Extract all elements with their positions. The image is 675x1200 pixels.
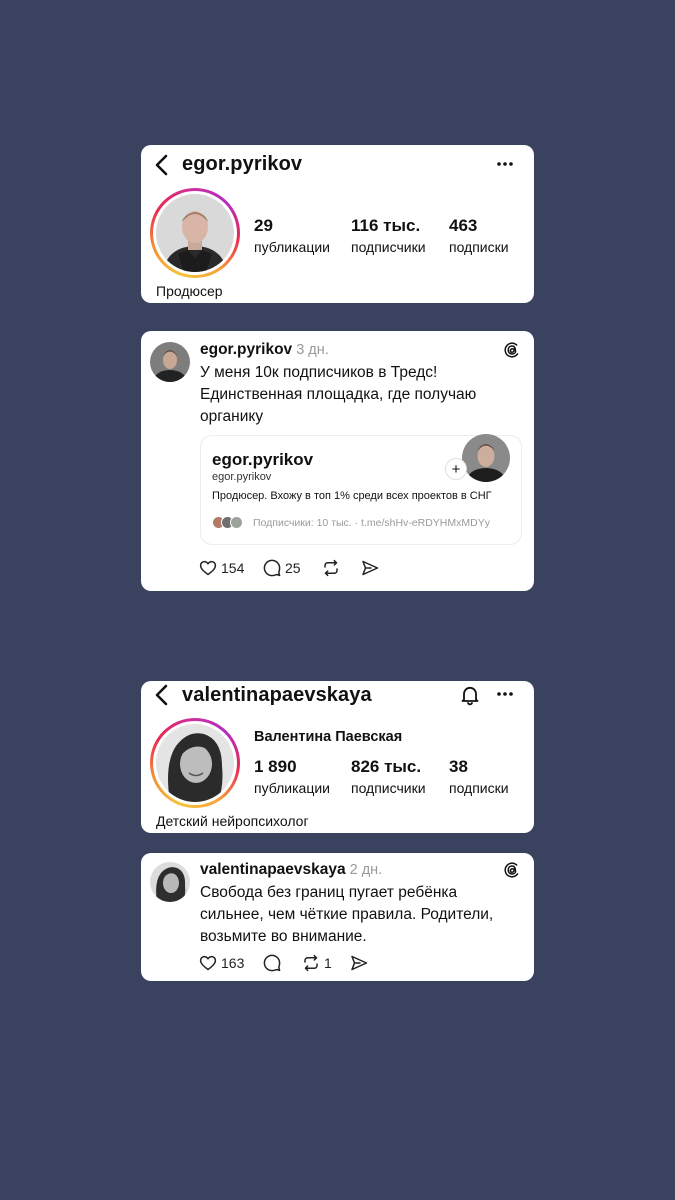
stat-following[interactable]: 463 подписки — [449, 216, 509, 255]
stat-posts[interactable]: 29 публикации — [254, 216, 330, 255]
back-arrow-icon[interactable] — [153, 684, 171, 706]
like-count: 163 — [221, 955, 245, 971]
repost-button[interactable] — [322, 558, 340, 578]
profile-card-egor: egor.pyrikov 29 публикации 116 тыс. подп… — [141, 145, 534, 303]
embed-bio: Продюсер. Вхожу в топ 1% среди всех прое… — [212, 490, 492, 502]
stat-followers-label: подписчики — [351, 239, 426, 255]
share-button[interactable] — [361, 558, 379, 578]
send-icon — [362, 560, 379, 576]
post-time: 2 дн. — [349, 862, 383, 878]
share-button[interactable] — [350, 953, 368, 973]
threads-logo-icon — [504, 342, 520, 358]
post-username-text: valentinapaevskaya — [200, 861, 346, 878]
back-arrow-icon[interactable] — [153, 154, 171, 176]
stat-following-label: подписки — [449, 780, 509, 796]
heart-icon — [199, 955, 217, 971]
repost-button[interactable]: 1 — [302, 953, 332, 973]
profile-username: egor.pyrikov — [182, 153, 303, 175]
embedded-profile-card[interactable]: egor.pyrikov egor.pyrikov Продюсер. Вхож… — [200, 434, 522, 545]
post-avatar[interactable] — [150, 342, 190, 382]
repost-icon — [304, 954, 318, 972]
send-icon — [351, 955, 368, 971]
post-text-line: У меня 10к подписчиков в Тредс! — [200, 364, 438, 381]
post-text-line: Единственная площадка, где получаю — [200, 386, 477, 403]
post-username[interactable]: egor.pyrikov 3 дн. — [200, 341, 329, 359]
profile-username: valentinapaevskaya — [182, 684, 372, 706]
follower-avatar — [230, 516, 243, 529]
follower-avatars — [212, 516, 248, 530]
embed-handle: egor.pyrikov — [212, 471, 272, 483]
post-text-line: сильнее, чем чёткие правила. Родители, — [200, 906, 494, 923]
stat-followers[interactable]: 116 тыс. подписчики — [351, 216, 426, 255]
comment-count: 25 — [285, 560, 301, 576]
repost-count: 1 — [324, 955, 332, 971]
profile-full-name: Валентина Паевская — [254, 729, 403, 745]
avatar-photo — [156, 724, 234, 802]
stat-posts-value: 1 890 — [254, 757, 297, 776]
like-button[interactable]: 163 — [199, 953, 244, 973]
stat-posts-label: публикации — [254, 780, 330, 796]
stat-followers-label: подписчики — [351, 780, 426, 796]
profile-bio: Детский нейропсихолог — [156, 813, 309, 829]
comment-icon — [263, 954, 281, 972]
avatar[interactable] — [150, 188, 240, 278]
stat-following-value: 38 — [449, 757, 468, 776]
stat-posts-label: публикации — [254, 239, 330, 255]
profile-card-valentina: valentinapaevskaya Валентина Паевская 1 … — [141, 681, 534, 833]
avatar-photo — [156, 194, 234, 272]
repost-icon — [324, 559, 338, 577]
more-icon[interactable] — [496, 686, 514, 702]
like-count: 154 — [221, 560, 245, 576]
comment-button[interactable]: 25 — [263, 558, 301, 578]
stat-followers[interactable]: 826 тыс. подписчики — [351, 757, 426, 796]
post-avatar-photo — [150, 342, 190, 382]
stat-followers-value: 826 тыс. — [351, 757, 422, 776]
stat-following-value: 463 — [449, 216, 478, 235]
thread-post-valentina[interactable]: valentinapaevskaya 2 дн. Свобода без гран… — [141, 853, 534, 981]
post-avatar-photo — [150, 862, 190, 902]
post-text-line: возьмите во внимание. — [200, 928, 367, 945]
post-username-text: egor.pyrikov — [200, 341, 293, 358]
follow-plus-button[interactable]: + — [445, 458, 467, 480]
stat-posts[interactable]: 1 890 публикации — [254, 757, 330, 796]
comment-button[interactable] — [263, 953, 281, 973]
embed-avatar-photo — [462, 434, 510, 482]
post-text: Свобода без границ пугает ребёнка сильне… — [200, 882, 520, 948]
stat-following[interactable]: 38 подписки — [449, 757, 509, 796]
threads-logo-icon — [504, 862, 520, 878]
stat-following-label: подписки — [449, 239, 509, 255]
post-text-line: органику — [200, 408, 264, 425]
bell-icon[interactable] — [459, 684, 481, 706]
stat-posts-value: 29 — [254, 216, 273, 235]
post-username[interactable]: valentinapaevskaya 2 дн. — [200, 861, 382, 879]
stat-followers-value: 116 тыс. — [351, 216, 421, 235]
comment-icon — [263, 559, 281, 577]
post-text: У меня 10к подписчиков в Тредс! Единстве… — [200, 362, 520, 428]
post-text-line: Свобода без границ пугает ребёнка — [200, 884, 458, 901]
post-time: 3 дн. — [296, 342, 329, 358]
like-button[interactable]: 154 — [199, 558, 244, 578]
embed-meta[interactable]: Подписчики: 10 тыс. · t.me/shHv-eRDYHMxM… — [253, 517, 490, 529]
embed-username: egor.pyrikov — [212, 450, 314, 469]
profile-header: valentinapaevskaya — [141, 681, 534, 721]
embed-avatar[interactable] — [462, 434, 510, 482]
avatar[interactable] — [150, 718, 240, 808]
post-avatar[interactable] — [150, 862, 190, 902]
thread-post-egor[interactable]: egor.pyrikov 3 дн. У меня 10к подписчиков… — [141, 331, 534, 591]
post-actions: 154 25 — [199, 558, 399, 578]
more-icon[interactable] — [496, 156, 514, 172]
profile-header: egor.pyrikov — [141, 145, 534, 185]
post-actions: 163 1 — [199, 953, 399, 973]
heart-icon — [199, 560, 217, 576]
profile-bio: Продюсер — [156, 283, 223, 299]
